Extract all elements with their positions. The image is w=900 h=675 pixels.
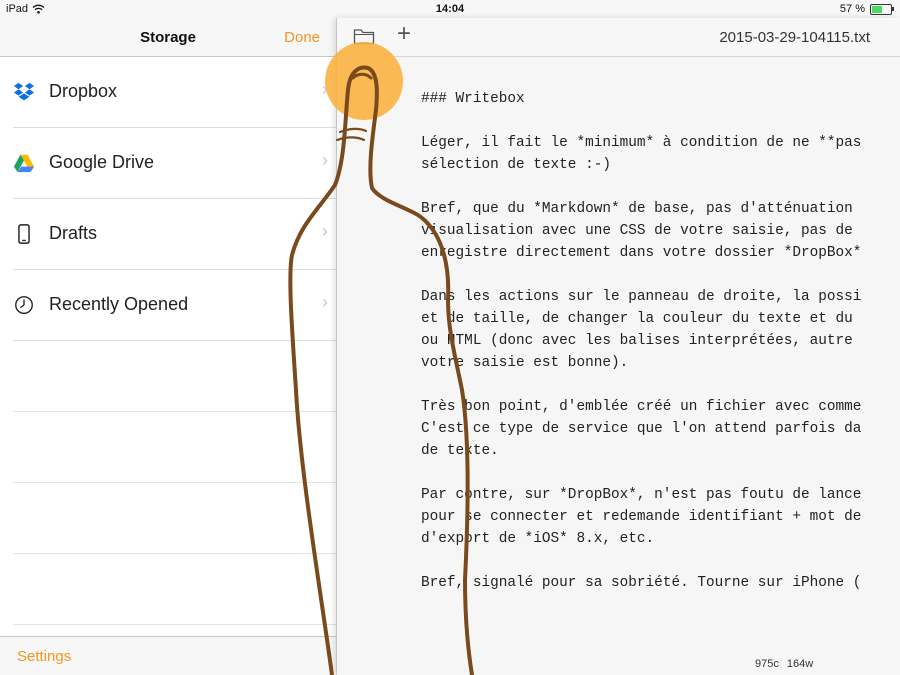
document-line: ### Writebox: [421, 91, 525, 107]
empty-row: [13, 412, 336, 483]
storage-panel: Storage Done Dropbox › Google Drive › Dr…: [0, 18, 337, 675]
settings-button[interactable]: Settings: [17, 648, 71, 665]
storage-header: Storage Done: [0, 18, 336, 57]
chevron-right-icon: ›: [322, 221, 328, 241]
document-line: pour se connecter et redemande identifia…: [421, 509, 862, 525]
document-line: votre saisie est bonne).: [421, 355, 629, 371]
clock-icon: [15, 296, 33, 314]
phone-icon: [18, 224, 30, 244]
document-line: Dans les actions sur le panneau de droit…: [421, 289, 862, 305]
document-line: [421, 462, 900, 484]
done-button[interactable]: Done: [284, 29, 320, 46]
status-right: 57 %: [839, 3, 894, 15]
document-line: [421, 264, 900, 286]
document-line: sélection de texte :-): [421, 157, 611, 173]
storage-item-label: Google Drive: [49, 152, 155, 172]
document-line: Par contre, sur *DropBox*, n'est pas fou…: [421, 487, 862, 503]
storage-list: Dropbox › Google Drive › Drafts › Recent…: [0, 57, 336, 625]
char-count: 975c: [755, 658, 779, 670]
battery-fill: [872, 5, 882, 13]
empty-row: [13, 554, 336, 625]
document-line: visualisation avec une CSS de votre sais…: [421, 223, 853, 239]
document-text[interactable]: ### Writebox Léger, il fait le *minimum* …: [421, 88, 900, 594]
battery-icon: [870, 3, 894, 15]
document-line: d'export de *iOS* 8.x, etc.: [421, 531, 655, 547]
word-count-bar: 975c 164w: [755, 658, 818, 670]
empty-row: [13, 341, 336, 412]
document-line: [421, 550, 900, 572]
file-name: 2015-03-29-104115.txt: [719, 29, 870, 46]
editor-toolbar: + 2015-03-29-104115.txt: [337, 18, 900, 57]
status-bar: iPad 14:04 57 %: [0, 0, 900, 18]
status-time: 14:04: [435, 3, 465, 15]
word-count: 164w: [786, 658, 814, 670]
storage-item-label: Dropbox: [49, 81, 118, 101]
settings-bar: Settings: [0, 636, 336, 675]
folder-icon[interactable]: [353, 27, 375, 45]
document-line: [421, 176, 900, 198]
document-line: Très bon point, d'emblée créé un fichier…: [421, 399, 862, 415]
document-line: Léger, il fait le *minimum* à condition …: [421, 135, 862, 151]
document-line: enregistre directement dans votre dossie…: [421, 245, 862, 261]
google-drive-icon: [13, 154, 35, 173]
document-line: Bref, signalé pour sa sobriété. Tourne s…: [421, 575, 862, 591]
chevron-right-icon: ›: [322, 150, 328, 170]
document-line: [421, 110, 900, 132]
storage-item-label: Recently Opened: [49, 294, 189, 314]
document-line: Bref, que du *Markdown* de base, pas d'a…: [421, 201, 853, 217]
battery-percent: 57 %: [839, 3, 865, 15]
storage-item-dropbox[interactable]: Dropbox ›: [13, 57, 336, 128]
storage-item-recently-opened[interactable]: Recently Opened ›: [13, 270, 336, 341]
document-line: et de taille, de changer la couleur du t…: [421, 311, 853, 327]
editor-pane: + 2015-03-29-104115.txt ### Writebox Lége…: [337, 18, 900, 675]
chevron-right-icon: ›: [322, 79, 328, 99]
add-file-button[interactable]: +: [397, 22, 411, 46]
chevron-right-icon: ›: [322, 292, 328, 312]
storage-item-google-drive[interactable]: Google Drive ›: [13, 128, 336, 199]
dropbox-icon: [13, 82, 35, 101]
document-line: ou HTML (donc avec les balises interprét…: [421, 333, 853, 349]
storage-item-label: Drafts: [49, 223, 98, 243]
empty-row: [13, 483, 336, 554]
document-line: [421, 374, 900, 396]
document-line: C'est ce type de service que l'on attend…: [421, 421, 862, 437]
document-line: de texte.: [421, 443, 499, 459]
storage-item-drafts[interactable]: Drafts ›: [13, 199, 336, 270]
